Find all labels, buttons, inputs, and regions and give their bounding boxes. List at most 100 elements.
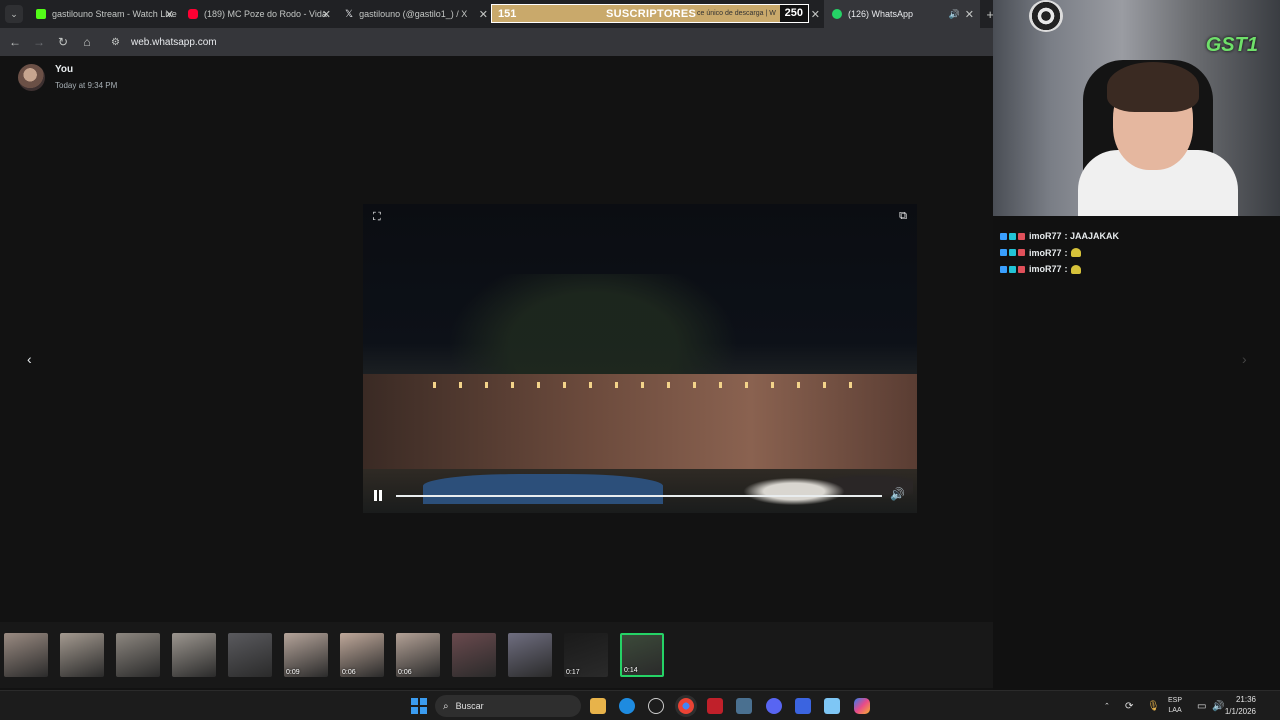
close-icon[interactable]: ✕ — [811, 8, 820, 21]
chat-text: : JAAJAKAK — [1064, 231, 1120, 242]
copilot-icon[interactable] — [854, 698, 870, 714]
subscriber-goal-overlay: 151 ce único de descarga | W SUSCRIPTORE… — [491, 4, 809, 23]
chat-username[interactable]: imoR77 — [1029, 231, 1062, 241]
app-icon-red[interactable] — [707, 698, 723, 714]
media-thumbnail[interactable] — [4, 633, 48, 677]
avatar[interactable] — [18, 64, 45, 91]
overlay-underlying-text: ce único de descarga | W — [697, 10, 776, 17]
sync-icon[interactable]: ⟳ — [1125, 691, 1133, 720]
chat-username[interactable]: imoR77 — [1029, 248, 1062, 258]
microphone-icon[interactable]: 🎙 — [1147, 691, 1160, 720]
site-info-icon[interactable]: ⚙ — [111, 37, 125, 48]
windows-taskbar: ⌕ Buscar ⌃ ⟳ 🎙 ESP LAA ▭ 🔊 21:36 1/1/202… — [0, 690, 1280, 720]
chat-badges — [1000, 249, 1025, 257]
badge-icon — [1000, 232, 1007, 240]
tab-title: (126) WhatsApp — [848, 9, 914, 19]
video-frame-pool — [423, 474, 663, 504]
close-icon[interactable]: ✕ — [322, 8, 331, 21]
badge-icon — [1009, 232, 1016, 240]
tab-whatsapp[interactable]: (126) WhatsApp 🔊 ✕ — [824, 0, 980, 28]
tab-kick[interactable]: gastilouno Stream - Watch Live ✕ — [28, 0, 180, 28]
emote-icon — [1070, 264, 1081, 274]
badge-icon — [1009, 265, 1016, 273]
stream-chat: imoR77: JAAJAKAK imoR77: imoR77: — [1000, 228, 1280, 278]
video-frame-wall — [363, 374, 917, 469]
app-icon-blue[interactable] — [795, 698, 811, 714]
volume-tray-icon[interactable]: 🔊 — [1212, 691, 1224, 720]
close-icon[interactable]: ✕ — [965, 8, 974, 21]
media-thumbnail[interactable] — [116, 633, 160, 677]
address-bar[interactable]: ⚙ web.whatsapp.com — [105, 31, 985, 53]
media-thumbnail[interactable]: 0:09 — [284, 633, 328, 677]
video-duration: 0:17 — [566, 669, 580, 676]
tab-x[interactable]: 𝕏 gastilouno (@gastilo1_) / X ✕ — [337, 0, 494, 28]
browser-toolbar: ← → ↻ ⌂ ⚙ web.whatsapp.com — [0, 28, 993, 56]
chat-text: : — [1064, 247, 1068, 258]
pause-icon — [374, 490, 377, 501]
youtube-icon — [188, 9, 198, 19]
clock-time: 21:36 — [1235, 695, 1256, 704]
media-thumbnail[interactable] — [228, 633, 272, 677]
chat-badges — [1000, 232, 1025, 240]
screen: ⌄ gastilouno Stream - Watch Live ✕ (189)… — [0, 0, 1280, 720]
tab-search-button[interactable]: ⌄ — [5, 5, 23, 23]
media-thumbnail[interactable]: 0:14 — [620, 633, 664, 677]
video-frame-people — [743, 459, 913, 513]
chat-username[interactable]: imoR77 — [1029, 264, 1062, 274]
system-clock[interactable]: 21:36 1/1/2026 — [1225, 694, 1256, 718]
start-button[interactable] — [411, 698, 427, 714]
media-thumbnail[interactable]: 0:06 — [396, 633, 440, 677]
back-button[interactable]: ← — [3, 30, 27, 54]
close-icon[interactable]: ✕ — [479, 8, 488, 21]
video-progress-bar[interactable] — [396, 495, 882, 497]
speaker-icon[interactable]: 🔊 — [949, 9, 960, 20]
media-thumbnail-strip: 0:09 0:06 0:06 0:17 0:14 — [0, 622, 993, 688]
volume-icon[interactable]: 🔊 — [890, 487, 905, 501]
file-explorer-icon[interactable] — [590, 698, 606, 714]
badge-icon — [1018, 249, 1025, 257]
streamer-hair — [1107, 62, 1199, 112]
discord-icon[interactable] — [766, 698, 782, 714]
media-thumbnail[interactable] — [172, 633, 216, 677]
lang-bottom: LAA — [1168, 707, 1182, 714]
close-icon[interactable]: ✕ — [165, 8, 174, 21]
subscriber-goal: 250 — [779, 5, 808, 22]
video-player[interactable]: ⛶ ⧉ — [363, 204, 917, 513]
forward-button[interactable]: → — [27, 30, 51, 54]
video-frame-lights — [433, 382, 853, 388]
tab-title: gastilouno Stream - Watch Live — [52, 9, 177, 19]
badge-icon — [1018, 232, 1025, 240]
tab-youtube[interactable]: (189) MC Poze do Rodo - Vida ✕ — [180, 0, 337, 28]
reload-button[interactable]: ↻ — [51, 30, 75, 54]
chat-badges — [1000, 265, 1025, 273]
media-thumbnail[interactable] — [60, 633, 104, 677]
language-indicator[interactable]: ESP LAA — [1168, 691, 1182, 720]
media-thumbnail[interactable] — [508, 633, 552, 677]
taskbar-search[interactable]: ⌕ Buscar — [435, 695, 581, 717]
edge-icon[interactable] — [619, 698, 635, 714]
network-icon[interactable]: ▭ — [1197, 691, 1206, 720]
chrome-icon[interactable] — [678, 698, 694, 714]
prev-media-button[interactable]: ‹ — [27, 351, 32, 367]
subscriber-count: 151 — [498, 7, 517, 20]
media-thumbnail[interactable]: 0:06 — [340, 633, 384, 677]
media-thumbnail[interactable]: 0:17 — [564, 633, 608, 677]
clock-date: 1/1/2026 — [1224, 707, 1256, 716]
lang-top: ESP — [1168, 697, 1183, 704]
app-icon-window[interactable] — [736, 698, 752, 714]
gst1-logo: GST1 — [1205, 34, 1258, 56]
settings-icon[interactable] — [648, 698, 664, 714]
media-viewer: You Today at 9:34 PM ‹ › ⛶ ⧉ — [0, 56, 1247, 690]
media-thumbnail[interactable] — [452, 633, 496, 677]
emote-icon — [1070, 248, 1081, 258]
picture-in-picture-icon[interactable]: ⧉ — [899, 210, 907, 223]
notepad-icon[interactable] — [824, 698, 840, 714]
pause-button[interactable] — [372, 490, 384, 502]
chat-message: imoR77: JAAJAKAK — [1000, 228, 1280, 245]
home-button[interactable]: ⌂ — [75, 30, 99, 54]
dartboard — [1029, 0, 1063, 32]
tray-overflow-icon[interactable]: ⌃ — [1104, 691, 1110, 720]
fullscreen-icon[interactable]: ⛶ — [373, 211, 381, 224]
next-media-button[interactable]: › — [1242, 351, 1247, 367]
x-logo-icon: 𝕏 — [345, 9, 354, 20]
